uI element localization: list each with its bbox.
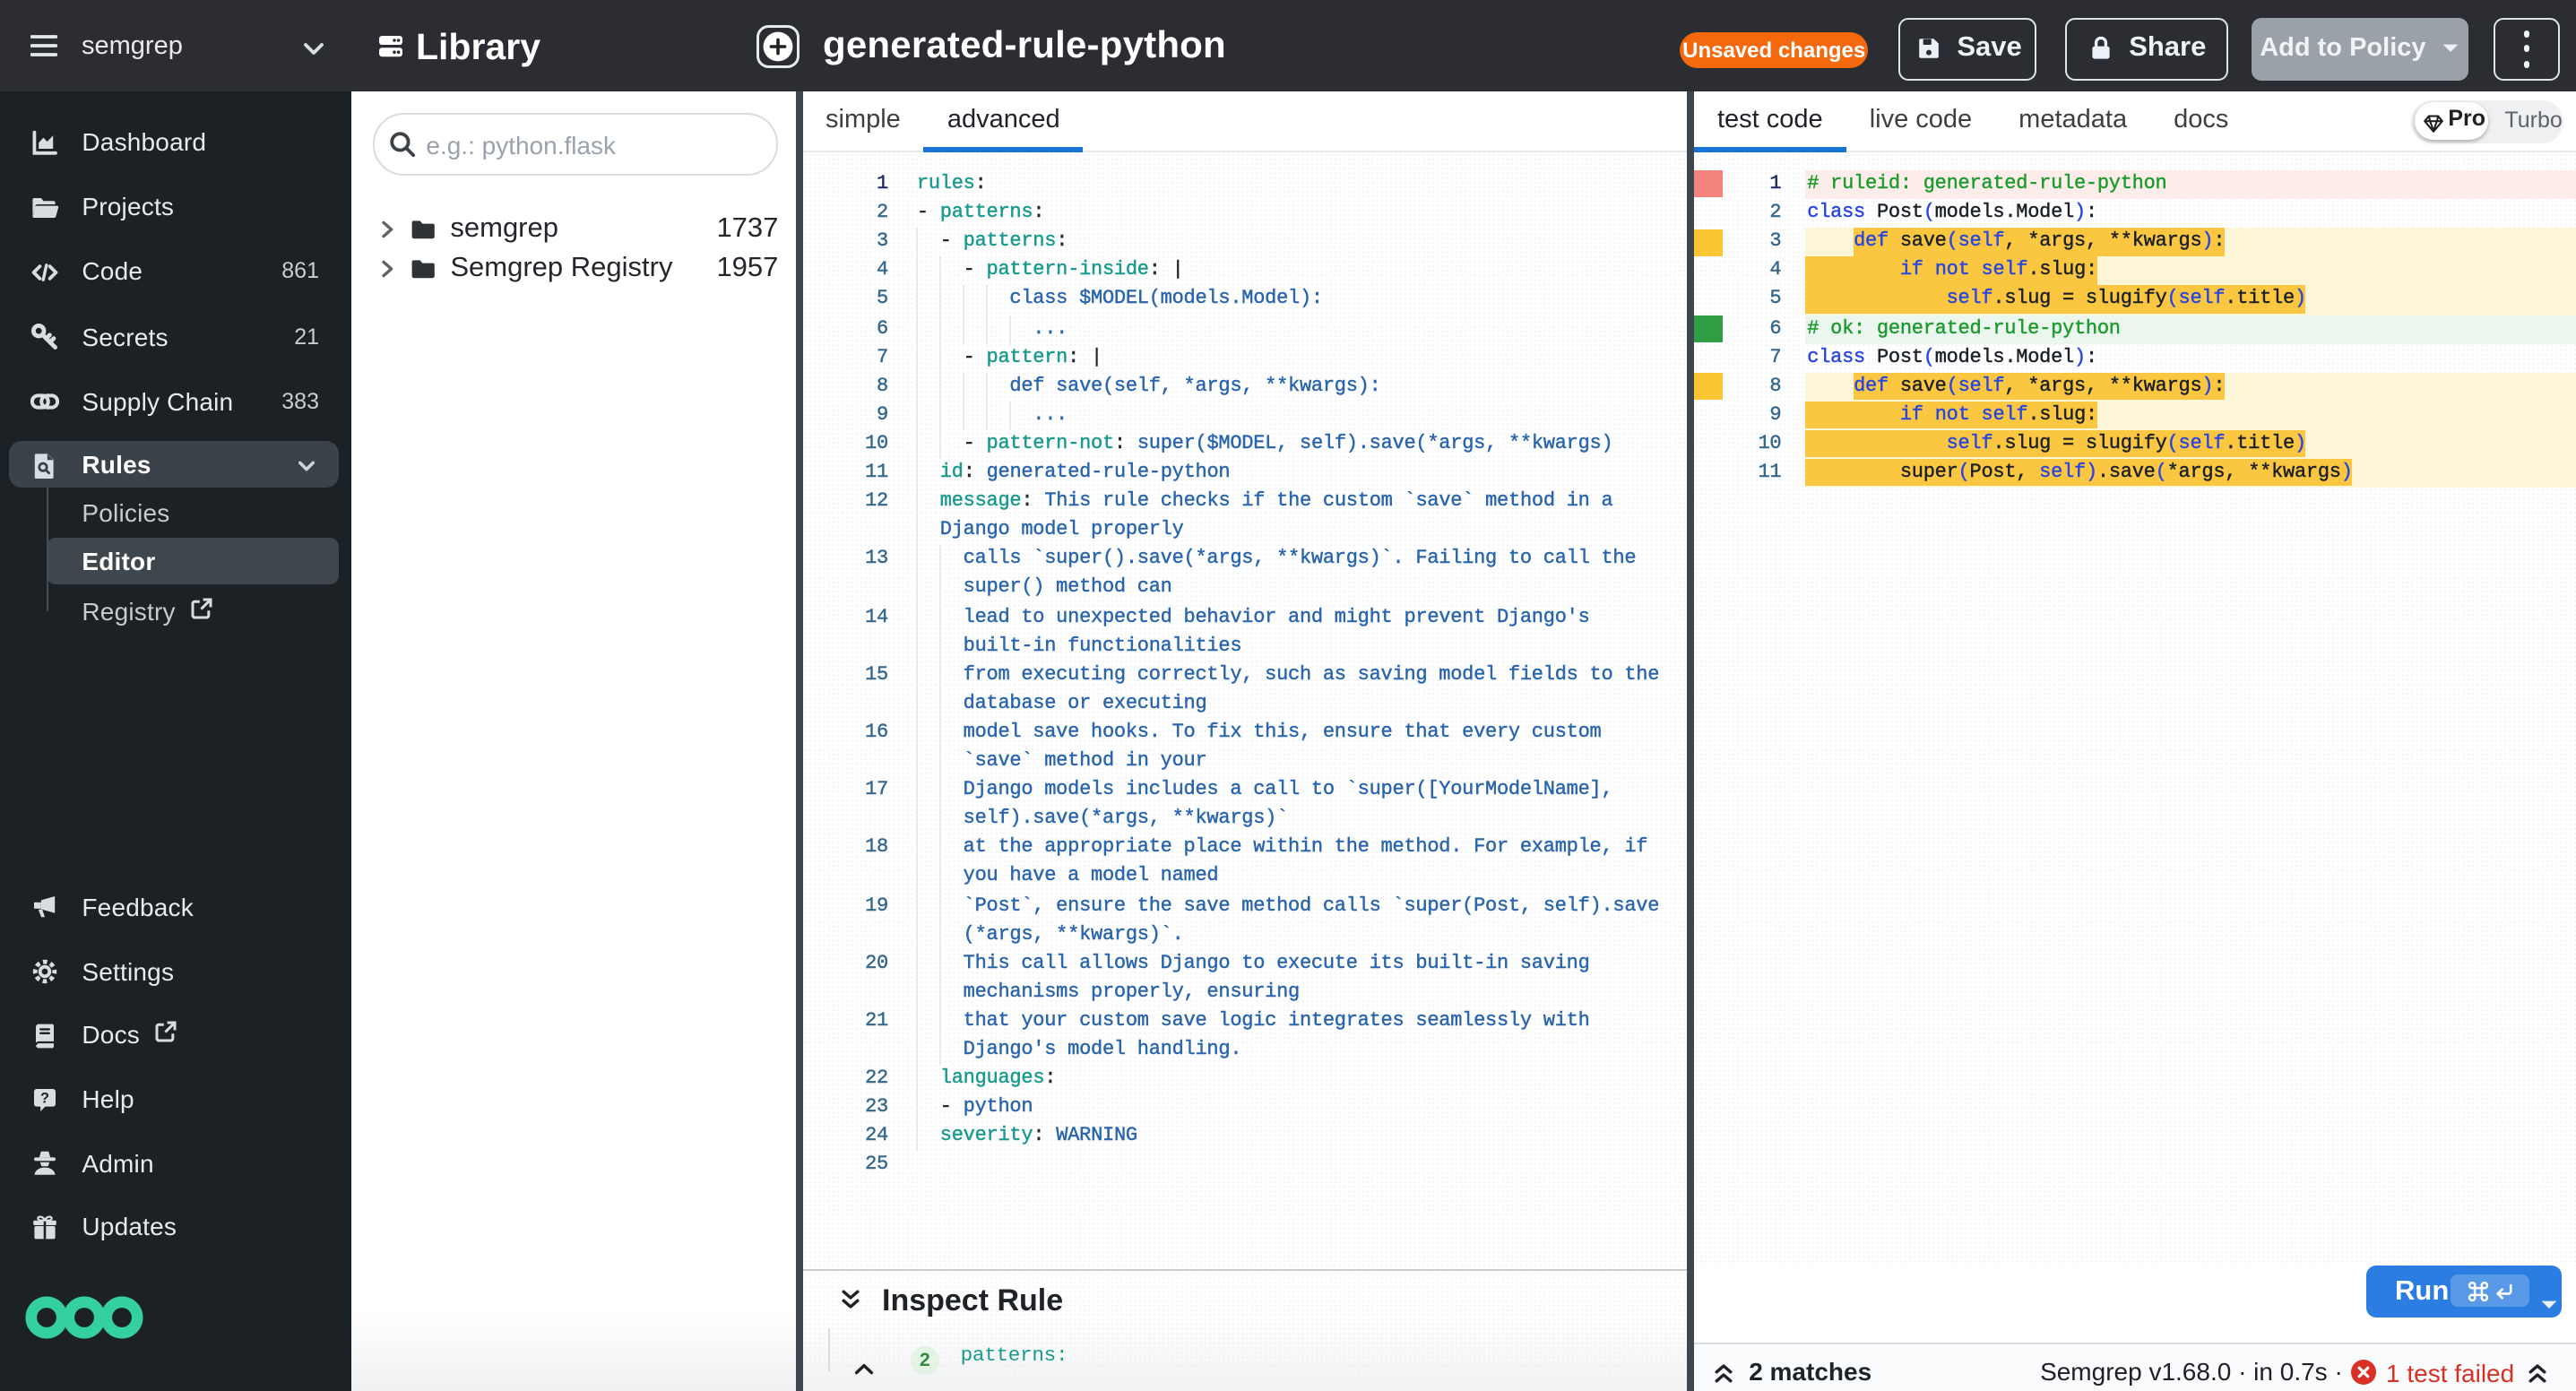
svg-text:?: ?: [41, 1090, 50, 1106]
